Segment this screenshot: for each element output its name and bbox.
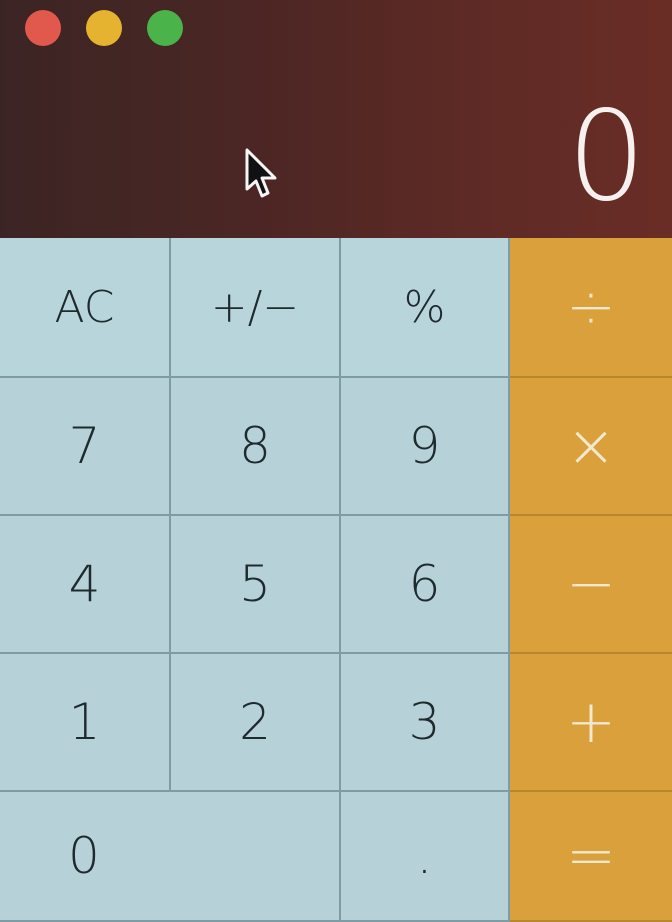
zoom-window-button[interactable] — [147, 10, 183, 46]
sign-toggle-button[interactable]: +/− — [171, 238, 341, 378]
digit-3-button[interactable]: 3 — [341, 654, 510, 792]
digit-1-button[interactable]: 1 — [0, 654, 171, 792]
minimize-window-button[interactable] — [86, 10, 122, 46]
result-display: 0 — [567, 85, 646, 229]
minus-button[interactable]: − — [510, 516, 672, 654]
digit-7-button[interactable]: 7 — [0, 378, 171, 516]
percent-button[interactable]: % — [341, 238, 510, 378]
all-clear-button[interactable]: AC — [0, 238, 171, 378]
close-window-button[interactable] — [25, 10, 61, 46]
keypad: AC +/− % ÷ 7 8 9 × 4 5 6 − 1 2 3 + 0 . = — [0, 238, 672, 922]
decimal-button[interactable]: . — [341, 792, 510, 922]
digit-8-button[interactable]: 8 — [171, 378, 341, 516]
title-bar: 0 — [0, 0, 672, 238]
multiply-button[interactable]: × — [510, 378, 672, 516]
digit-9-button[interactable]: 9 — [341, 378, 510, 516]
digit-2-button[interactable]: 2 — [171, 654, 341, 792]
mouse-pointer-icon — [245, 148, 277, 198]
digit-4-button[interactable]: 4 — [0, 516, 171, 654]
equals-button[interactable]: = — [510, 792, 672, 922]
calculator-window: 0 AC +/− % ÷ 7 8 9 × 4 5 6 − 1 2 3 + 0 .… — [0, 0, 672, 922]
plus-button[interactable]: + — [510, 654, 672, 792]
divide-button[interactable]: ÷ — [510, 238, 672, 378]
digit-6-button[interactable]: 6 — [341, 516, 510, 654]
digit-0-button[interactable]: 0 — [0, 792, 341, 922]
digit-5-button[interactable]: 5 — [171, 516, 341, 654]
